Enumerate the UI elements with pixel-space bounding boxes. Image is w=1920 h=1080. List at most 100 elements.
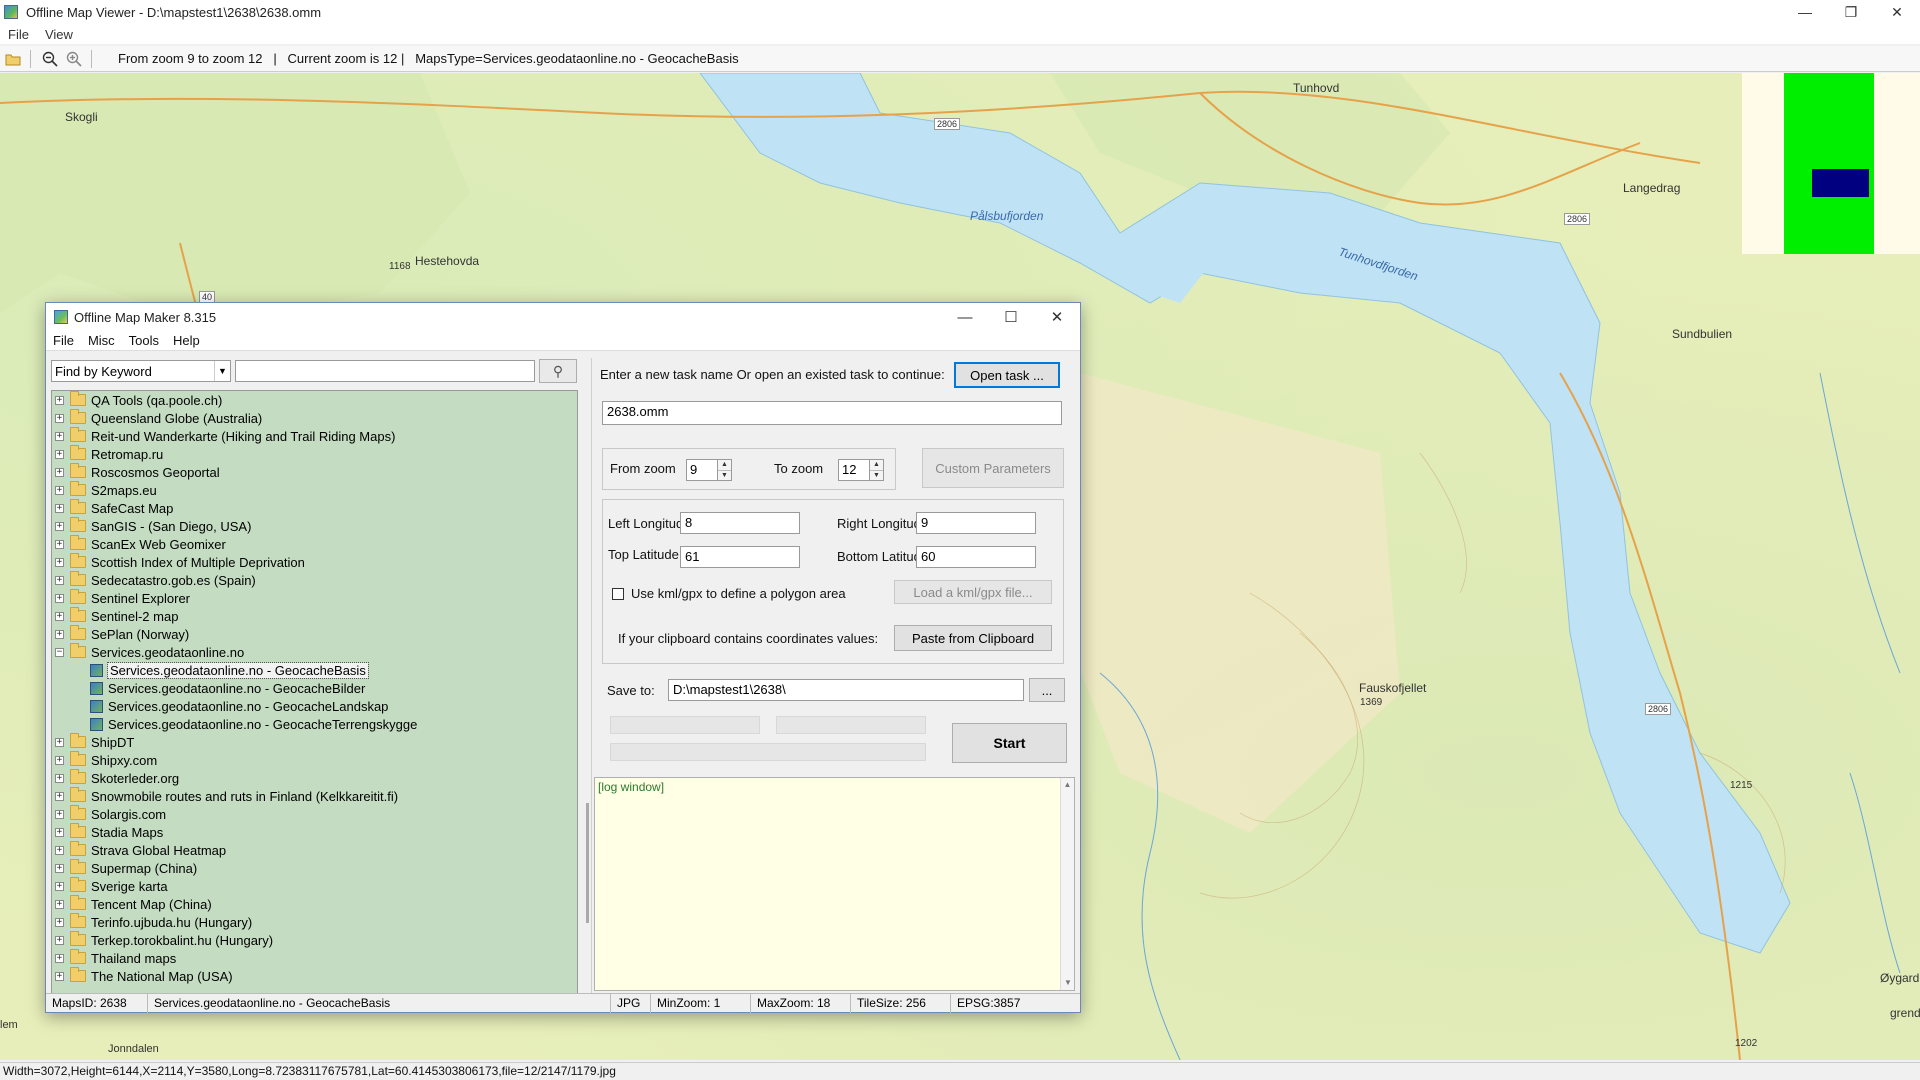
tree-folder-item[interactable]: + Sedecatastro.gob.es (Spain) xyxy=(52,571,577,589)
expand-icon[interactable]: + xyxy=(55,845,64,855)
tree-folder-item[interactable]: + Thailand maps xyxy=(52,949,577,967)
expand-icon[interactable]: + xyxy=(55,737,64,747)
expand-icon[interactable]: + xyxy=(55,827,64,837)
tree-folder-item[interactable]: + Solargis.com xyxy=(52,805,577,823)
tree-folder-item[interactable]: + Sentinel-2 map xyxy=(52,607,577,625)
to-zoom-spinner[interactable]: 12 ▲ ▼ xyxy=(838,459,884,481)
tree-folder-item[interactable]: + Retromap.ru xyxy=(52,445,577,463)
expand-icon[interactable]: + xyxy=(55,899,64,909)
tree-folder-item[interactable]: + SanGIS - (San Diego, USA) xyxy=(52,517,577,535)
log-scrollbar[interactable]: ▲ ▼ xyxy=(1060,778,1074,990)
to-zoom-value[interactable]: 12 xyxy=(838,459,870,481)
from-zoom-spinner[interactable]: 9 ▲ ▼ xyxy=(686,459,732,481)
tree-folder-item[interactable]: + Strava Global Heatmap xyxy=(52,841,577,859)
expand-icon[interactable]: + xyxy=(55,485,64,495)
close-icon[interactable]: ✕ xyxy=(1874,0,1920,24)
left-longitude-input[interactable]: 8 xyxy=(680,512,800,534)
expand-icon[interactable]: + xyxy=(55,395,64,405)
menu-file[interactable]: File xyxy=(0,27,37,42)
minimap-viewport[interactable] xyxy=(1812,169,1869,197)
tree-map-item[interactable]: Services.geodataonline.no - GeocacheTerr… xyxy=(52,715,577,733)
tree-map-item[interactable]: Services.geodataonline.no - GeocacheBild… xyxy=(52,679,577,697)
search-mode-select[interactable]: Find by Keyword ▼ xyxy=(51,360,231,382)
tree-folder-item[interactable]: + SePlan (Norway) xyxy=(52,625,577,643)
tree-map-item[interactable]: Services.geodataonline.no - GeocacheBasi… xyxy=(52,661,577,679)
menu-file[interactable]: File xyxy=(46,333,81,348)
expand-icon[interactable]: + xyxy=(55,629,64,639)
tree-folder-item[interactable]: + Sentinel Explorer xyxy=(52,589,577,607)
tree-folder-item[interactable]: + Skoterleder.org xyxy=(52,769,577,787)
expand-icon[interactable]: + xyxy=(55,881,64,891)
minimize-icon[interactable]: — xyxy=(942,303,988,331)
tree-folder-item[interactable]: + Terkep.torokbalint.hu (Hungary) xyxy=(52,931,577,949)
load-kml-button[interactable]: Load a kml/gpx file... xyxy=(894,580,1052,604)
tree-folder-item[interactable]: + SafeCast Map xyxy=(52,499,577,517)
top-latitude-input[interactable]: 61 xyxy=(680,546,800,568)
custom-parameters-button[interactable]: Custom Parameters xyxy=(922,448,1064,488)
tree-folder-item[interactable]: + Stadia Maps xyxy=(52,823,577,841)
zoom-out-icon[interactable] xyxy=(39,48,61,70)
zoom-in-icon[interactable] xyxy=(63,48,85,70)
expand-icon[interactable]: + xyxy=(55,773,64,783)
expand-icon[interactable]: + xyxy=(55,935,64,945)
log-window[interactable]: [log window] ▲ ▼ xyxy=(594,777,1075,991)
tree-folder-item[interactable]: + Sverige karta xyxy=(52,877,577,895)
expand-icon[interactable]: + xyxy=(55,449,64,459)
tree-scrollbar[interactable] xyxy=(586,803,589,923)
spin-up-icon[interactable]: ▲ xyxy=(870,460,883,470)
scroll-down-icon[interactable]: ▼ xyxy=(1061,976,1075,990)
expand-icon[interactable]: + xyxy=(55,755,64,765)
open-task-button[interactable]: Open task ... xyxy=(954,362,1060,388)
save-path-input[interactable]: D:\mapstest1\2638\ xyxy=(668,679,1024,701)
tree-folder-item[interactable]: − Services.geodataonline.no xyxy=(52,643,577,661)
minimize-icon[interactable]: — xyxy=(1782,0,1828,24)
expand-icon[interactable]: + xyxy=(55,593,64,603)
menu-tools[interactable]: Tools xyxy=(122,333,166,348)
tree-folder-item[interactable]: + QA Tools (qa.poole.ch) xyxy=(52,391,577,409)
overview-minimap[interactable] xyxy=(1742,73,1920,254)
tree-folder-item[interactable]: + Terinfo.ujbuda.hu (Hungary) xyxy=(52,913,577,931)
kml-polygon-checkbox[interactable] xyxy=(612,588,624,600)
scroll-up-icon[interactable]: ▲ xyxy=(1061,778,1074,792)
browse-button[interactable]: ... xyxy=(1029,678,1065,702)
expand-icon[interactable]: + xyxy=(55,575,64,585)
expand-icon[interactable]: + xyxy=(55,431,64,441)
expand-icon[interactable]: + xyxy=(55,863,64,873)
spin-up-icon[interactable]: ▲ xyxy=(718,460,731,470)
collapse-icon[interactable]: − xyxy=(55,647,64,657)
tree-folder-item[interactable]: + Queensland Globe (Australia) xyxy=(52,409,577,427)
paste-clipboard-button[interactable]: Paste from Clipboard xyxy=(894,625,1052,651)
open-folder-icon[interactable] xyxy=(2,48,24,70)
spin-down-icon[interactable]: ▼ xyxy=(870,469,883,481)
from-zoom-value[interactable]: 9 xyxy=(686,459,718,481)
expand-icon[interactable]: + xyxy=(55,791,64,801)
search-button[interactable]: ⚲ xyxy=(539,359,577,383)
map-source-tree[interactable]: + QA Tools (qa.poole.ch) + Queensland Globe… xyxy=(51,390,578,994)
keyword-search-input[interactable] xyxy=(235,360,535,382)
expand-icon[interactable]: + xyxy=(55,953,64,963)
expand-icon[interactable]: + xyxy=(55,917,64,927)
expand-icon[interactable]: + xyxy=(55,503,64,513)
menu-misc[interactable]: Misc xyxy=(81,333,122,348)
maximize-icon[interactable]: ☐ xyxy=(988,303,1034,331)
expand-icon[interactable]: + xyxy=(55,413,64,423)
menu-view[interactable]: View xyxy=(37,27,81,42)
tree-folder-item[interactable]: + Scottish Index of Multiple Deprivation xyxy=(52,553,577,571)
expand-icon[interactable]: + xyxy=(55,809,64,819)
tree-folder-item[interactable]: + ShipDT xyxy=(52,733,577,751)
spin-down-icon[interactable]: ▼ xyxy=(718,469,731,481)
tree-folder-item[interactable]: + ScanEx Web Geomixer xyxy=(52,535,577,553)
close-icon[interactable]: ✕ xyxy=(1034,303,1080,331)
expand-icon[interactable]: + xyxy=(55,467,64,477)
right-longitude-input[interactable]: 9 xyxy=(916,512,1036,534)
expand-icon[interactable]: + xyxy=(55,521,64,531)
expand-icon[interactable]: + xyxy=(55,539,64,549)
tree-folder-item[interactable]: + Reit-und Wanderkarte (Hiking and Trail … xyxy=(52,427,577,445)
expand-icon[interactable]: + xyxy=(55,971,64,981)
chevron-down-icon[interactable]: ▼ xyxy=(214,361,230,381)
tree-folder-item[interactable]: + S2maps.eu xyxy=(52,481,577,499)
tree-folder-item[interactable]: + Snowmobile routes and ruts in Finland (… xyxy=(52,787,577,805)
tree-folder-item[interactable]: + The National Map (USA) xyxy=(52,967,577,985)
tree-map-item[interactable]: Services.geodataonline.no - GeocacheLand… xyxy=(52,697,577,715)
expand-icon[interactable]: + xyxy=(55,611,64,621)
